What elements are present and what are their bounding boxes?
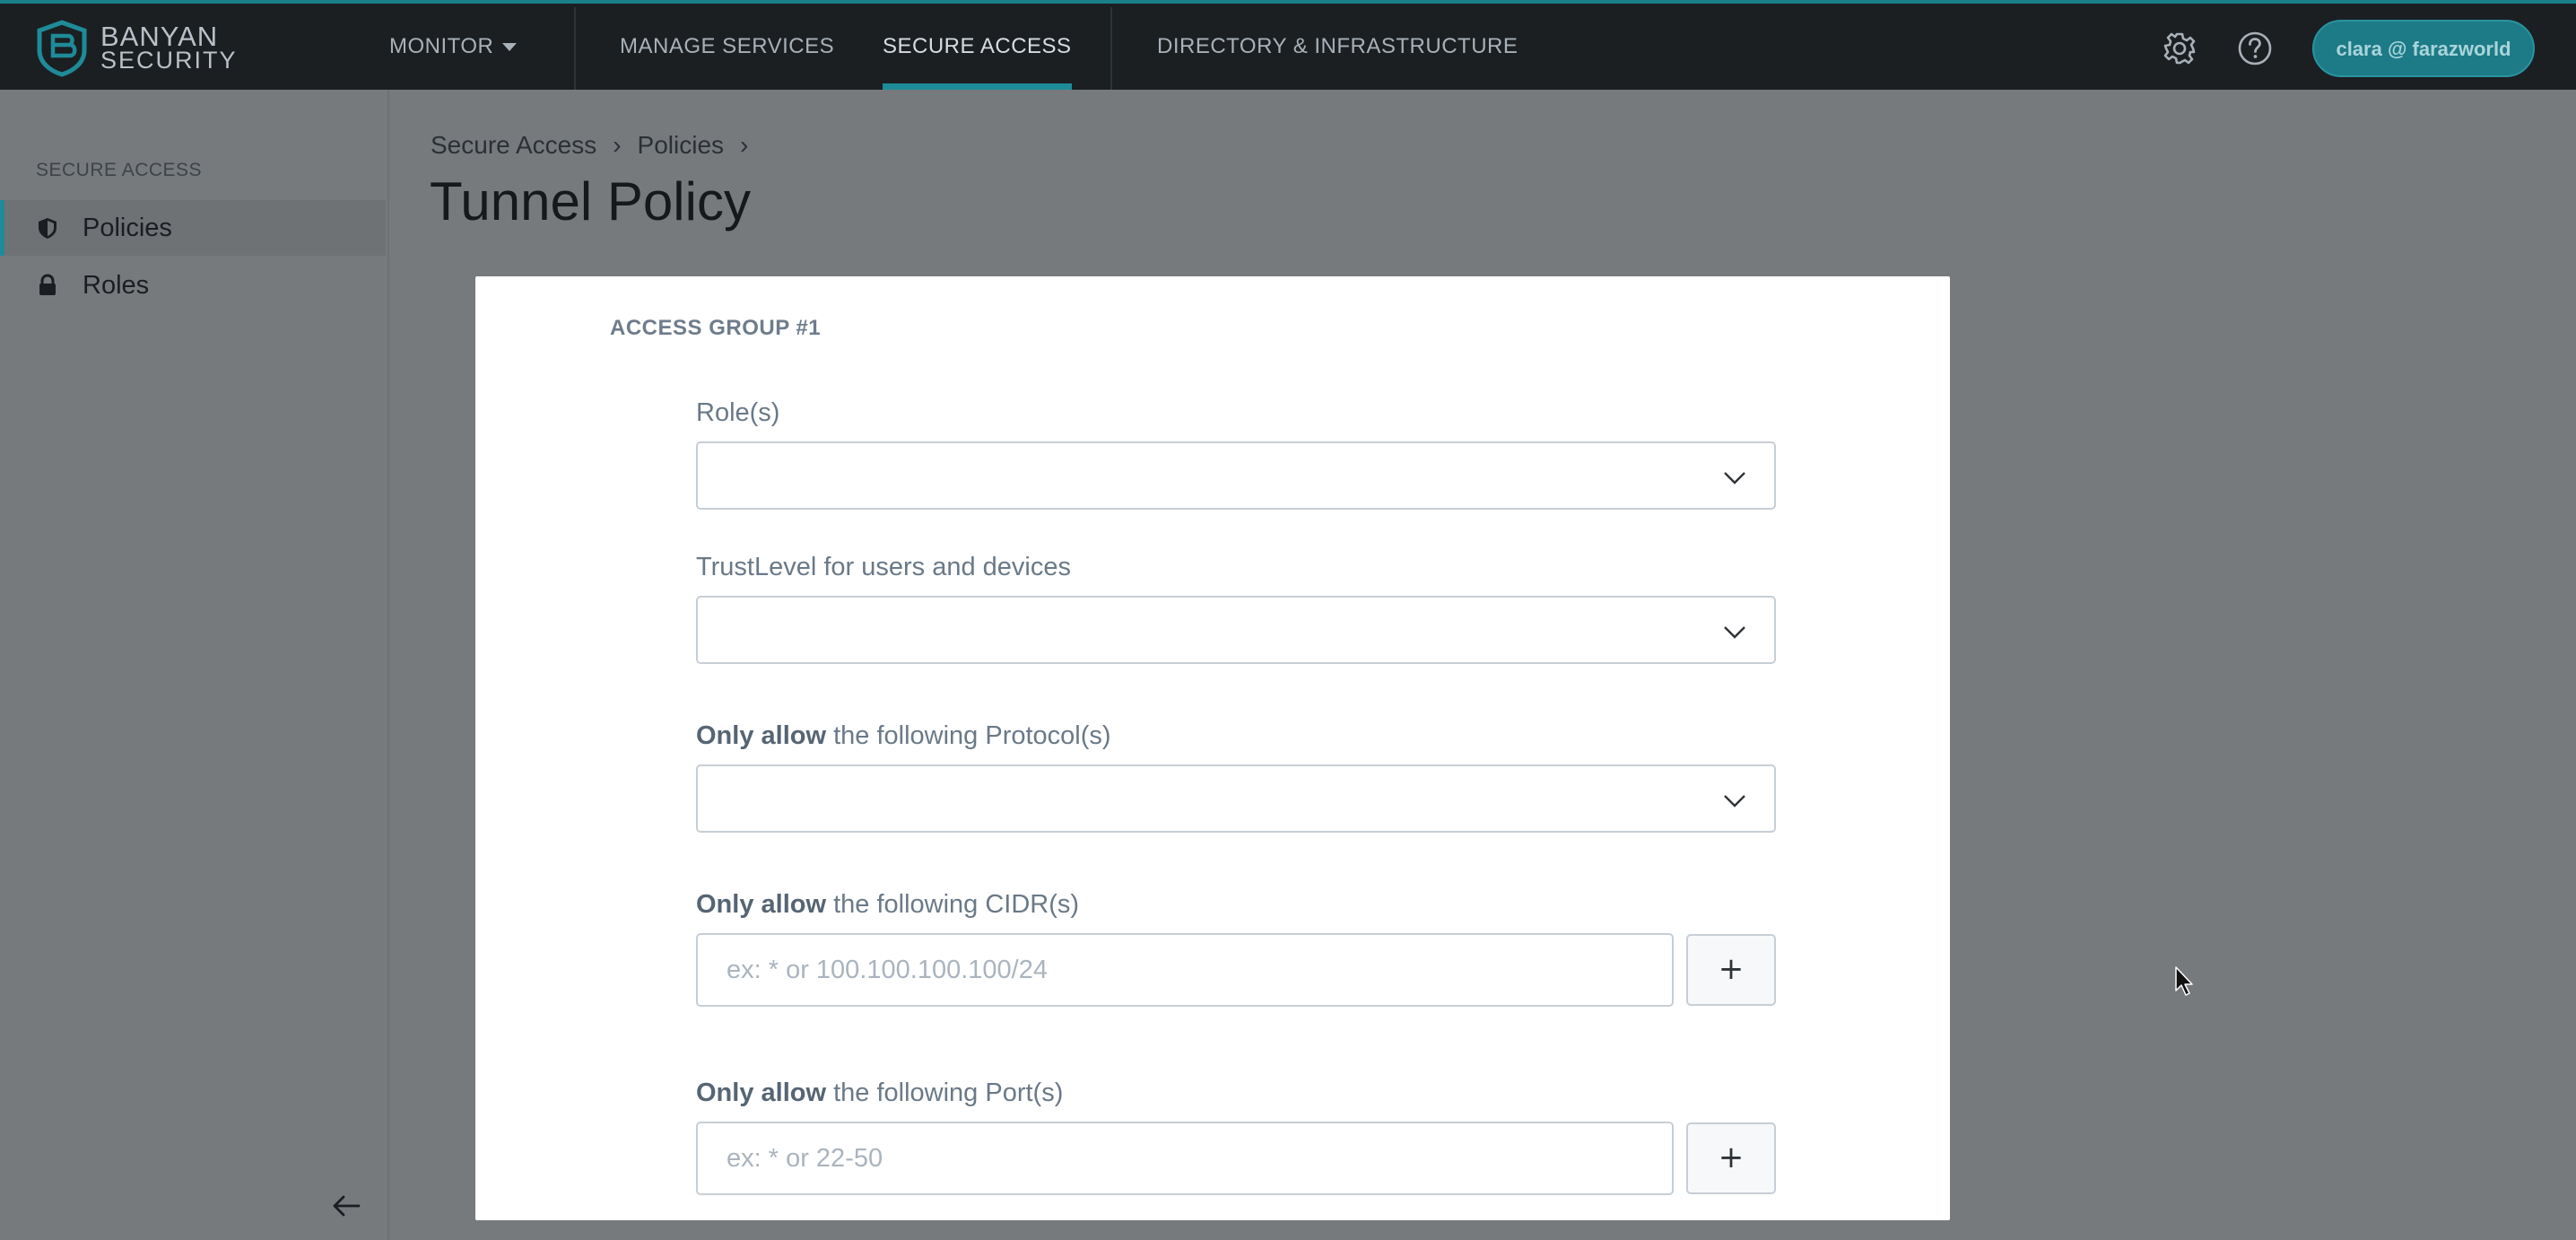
lock-icon	[36, 274, 59, 297]
chevron-down-icon	[1724, 626, 1745, 639]
nav-divider	[1110, 7, 1112, 90]
protocols-label-rest: the following Protocol(s)	[826, 721, 1111, 750]
sidebar-item-roles[interactable]: Roles	[0, 258, 386, 313]
nav-manage-services-label: MANAGE SERVICES	[620, 34, 835, 58]
top-navigation-bar: BANYAN SECURITY MONITOR MANAGE SERVICES …	[0, 0, 2576, 90]
banyan-shield-logo-icon	[37, 20, 87, 77]
sidebar: SECURE ACCESS Policies Roles	[0, 90, 389, 1240]
roles-label: Role(s)	[696, 398, 780, 427]
breadcrumb: Secure Access › Policies ›	[431, 131, 764, 160]
sidebar-item-label: Policies	[83, 213, 172, 242]
chevron-right-icon: ›	[613, 131, 622, 159]
nav-monitor-label: MONITOR	[389, 34, 494, 58]
protocols-label-bold: Only allow	[696, 721, 827, 750]
sidebar-item-label: Roles	[83, 270, 150, 300]
nav-divider	[574, 7, 576, 90]
arrow-left-icon[interactable]	[330, 1190, 362, 1222]
cidr-label: Only allow the following CIDR(s)	[696, 890, 1079, 920]
help-icon[interactable]	[2237, 31, 2273, 66]
gear-icon[interactable]	[2162, 31, 2197, 66]
nav-secure-access[interactable]: SECURE ACCESS	[883, 4, 1072, 90]
shield-icon	[36, 216, 59, 240]
page-title: Tunnel Policy	[430, 171, 751, 231]
nav-monitor[interactable]: MONITOR	[389, 4, 518, 90]
ports-label-rest: the following Port(s)	[826, 1078, 1064, 1107]
cidr-label-rest: the following CIDR(s)	[826, 890, 1080, 919]
caret-down-icon	[502, 43, 518, 52]
breadcrumb-policies[interactable]: Policies	[638, 131, 724, 160]
logo-wordmark: BANYAN SECURITY	[100, 21, 238, 74]
chevron-right-icon: ›	[740, 131, 749, 159]
breadcrumb-secure-access[interactable]: Secure Access	[431, 131, 596, 160]
add-port-button[interactable]: +	[1686, 1122, 1776, 1194]
roles-select[interactable]	[696, 441, 1776, 510]
protocols-select[interactable]	[696, 764, 1776, 833]
trust-level-select[interactable]	[696, 596, 1776, 664]
access-group-panel: ACCESS GROUP #1 Role(s) TrustLevel for u…	[475, 276, 1950, 1220]
user-menu-button[interactable]: clara @ farazworld	[2312, 20, 2535, 77]
banyan-logo[interactable]: BANYAN SECURITY	[36, 20, 238, 77]
cidr-label-bold: Only allow	[696, 890, 827, 919]
logo-line-1: BANYAN	[100, 21, 219, 52]
access-group-title: ACCESS GROUP #1	[610, 316, 822, 340]
ports-input[interactable]	[696, 1122, 1674, 1195]
nav-directory-infrastructure[interactable]: DIRECTORY & INFRASTRUCTURE	[1157, 4, 1518, 90]
protocols-label: Only allow the following Protocol(s)	[696, 721, 1111, 751]
mouse-cursor-icon	[2175, 966, 2193, 996]
logo-line-2: SECURITY	[100, 47, 238, 74]
ports-label-bold: Only allow	[696, 1078, 827, 1107]
trust-level-label: TrustLevel for users and devices	[696, 553, 1072, 581]
chevron-down-icon	[1724, 795, 1745, 808]
ports-label: Only allow the following Port(s)	[696, 1078, 1063, 1108]
add-cidr-button[interactable]: +	[1686, 934, 1776, 1006]
chevron-down-icon	[1724, 472, 1745, 485]
nav-directory-infrastructure-label: DIRECTORY & INFRASTRUCTURE	[1157, 34, 1519, 58]
nav-secure-access-label: SECURE ACCESS	[883, 34, 1072, 58]
sidebar-section-label: SECURE ACCESS	[36, 160, 203, 180]
cidr-input[interactable]	[696, 933, 1674, 1007]
sidebar-item-policies[interactable]: Policies	[0, 200, 386, 256]
nav-manage-services[interactable]: MANAGE SERVICES	[620, 4, 834, 90]
